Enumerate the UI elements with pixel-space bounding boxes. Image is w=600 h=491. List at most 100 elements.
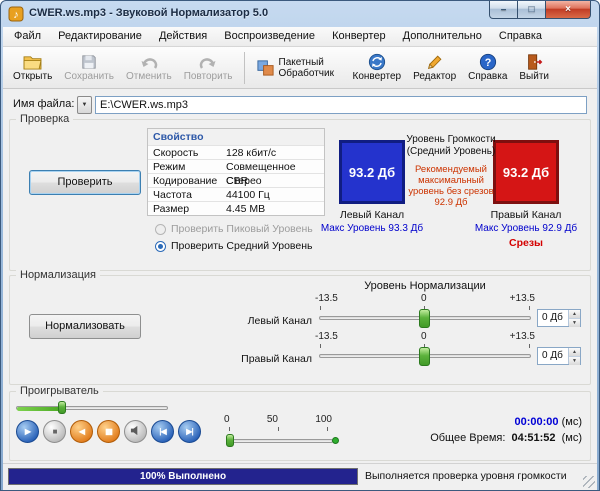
total-time-value: 04:51:52 (511, 432, 556, 444)
pause-button[interactable]: ▮▮ (97, 420, 120, 443)
play-button[interactable]: ▶ (16, 420, 39, 443)
menu-bar: Файл Редактирование Действия Воспроизвед… (3, 27, 597, 47)
save-button[interactable]: Сохранить (58, 49, 120, 87)
menu-help[interactable]: Справка (492, 27, 549, 47)
right-channel-caption: Правый Канал Макс Уровень 92.9 Дб Срезы (471, 208, 581, 250)
total-time-units: (мс) (561, 432, 582, 444)
left-channel-caption: Левый Канал Макс Уровень 93.3 Дб (317, 208, 427, 236)
maximize-button[interactable]: □ (518, 1, 546, 19)
normalization-group-label: Нормализация (16, 269, 100, 281)
filename-row: Имя файла: ▼ E:\CWER.ws.mp3 (3, 89, 597, 119)
left-channel-label: Левый Канал (339, 209, 405, 221)
radio-peak-level[interactable]: Проверить Пиковый Уровень (155, 223, 313, 235)
progress-bar: 100% Выполнено (8, 468, 358, 485)
svg-text:?: ? (484, 57, 491, 69)
menu-file[interactable]: Файл (7, 27, 48, 47)
help-question-icon: ? (478, 53, 498, 71)
help-button[interactable]: ? Справка (462, 49, 513, 87)
test-button[interactable]: Проверить (29, 170, 141, 195)
exit-door-icon (524, 53, 544, 71)
undo-button[interactable]: Отменить (120, 49, 178, 87)
rewind-button[interactable]: ◀ (70, 420, 93, 443)
left-slider-scale: -13.5 0 +13.5 (315, 293, 535, 304)
position-end-marker (332, 437, 339, 444)
redo-arrow-icon (198, 53, 218, 71)
position-slider[interactable] (229, 439, 333, 443)
filename-input[interactable]: E:\CWER.ws.mp3 (95, 96, 587, 114)
right-channel-max-level: Макс Уровень 92.9 Дб (474, 223, 578, 234)
menu-converter[interactable]: Конвертер (325, 27, 392, 47)
menu-edit[interactable]: Редактирование (51, 27, 149, 47)
spin-down-icon[interactable]: ▼ (569, 319, 580, 327)
properties-table-header: Свойство (148, 129, 324, 145)
speaker-icon (130, 425, 141, 438)
volume-fill (17, 407, 63, 411)
exit-button[interactable]: Выйти (513, 49, 555, 87)
stop-button[interactable]: ■ (43, 420, 66, 443)
status-bar: 100% Выполнено Выполняется проверка уров… (3, 463, 597, 490)
radio-icon (155, 240, 166, 252)
tick (320, 344, 321, 348)
normalize-button[interactable]: Нормализовать (29, 314, 141, 339)
app-window: ♪ CWER.ws.mp3 - Звуковой Нормализатор 5.… (0, 0, 600, 491)
position-slider-handle[interactable] (226, 434, 234, 447)
spin-up-icon[interactable]: ▲ (569, 310, 580, 319)
minimize-icon: – (500, 4, 507, 15)
total-time-label: Общее Время: (430, 432, 506, 444)
left-channel-max-level: Макс Уровень 93.3 Дб (320, 223, 424, 234)
table-row: Частота 44100 Гц (148, 187, 324, 201)
recommended-level-text: Рекомендуемый максимальный уровень без с… (408, 164, 494, 208)
batch-processor-icon (256, 59, 276, 77)
caption-buttons: – □ × (489, 1, 591, 19)
mute-button[interactable] (124, 420, 147, 443)
left-channel-slider-handle[interactable] (419, 309, 430, 328)
window-title: CWER.ws.mp3 - Звуковой Нормализатор 5.0 (29, 7, 269, 19)
pause-icon: ▮▮ (105, 427, 113, 436)
next-icon: ▶| (186, 427, 193, 436)
test-group: Проверка Проверить Свойство Скорость 128 … (9, 113, 591, 271)
toolbar-separator (243, 51, 245, 84)
filename-label: Имя файла: (13, 98, 75, 110)
volume-slider-handle[interactable] (58, 401, 66, 414)
right-channel-label: Правый Канал (490, 209, 562, 221)
rewind-icon: ◀ (78, 427, 85, 436)
previous-button[interactable]: |◀ (151, 420, 174, 443)
menu-actions[interactable]: Действия (152, 27, 214, 47)
title-bar[interactable]: ♪ CWER.ws.mp3 - Звуковой Нормализатор 5.… (1, 1, 599, 27)
filename-dropdown-button[interactable]: ▼ (77, 96, 92, 114)
right-channel-slider-handle[interactable] (419, 347, 430, 366)
client-area: Файл Редактирование Действия Воспроизвед… (3, 27, 597, 490)
menu-extra[interactable]: Дополнительно (396, 27, 489, 47)
undo-arrow-icon (139, 53, 159, 71)
toolbar: Открыть Сохранить Отменить Повторить Пак… (3, 47, 597, 89)
left-channel-level-display: 93.2 Дб (339, 140, 405, 204)
menu-playback[interactable]: Воспроизведение (217, 27, 322, 47)
next-button[interactable]: ▶| (178, 420, 201, 443)
close-button[interactable]: × (546, 1, 591, 19)
redo-button[interactable]: Повторить (178, 49, 239, 87)
right-channel-level-display: 93.2 Дб (493, 140, 559, 204)
tick (229, 427, 230, 431)
open-button[interactable]: Открыть (7, 49, 58, 87)
minimize-button[interactable]: – (489, 1, 518, 19)
svg-text:♪: ♪ (13, 9, 19, 21)
tick (529, 306, 530, 310)
editor-button[interactable]: Редактор (407, 49, 462, 87)
batch-processor-button[interactable]: Пакетный Обработчик (250, 49, 347, 87)
app-icon: ♪ (8, 6, 24, 22)
radio-peak-label: Проверить Пиковый Уровень (171, 223, 313, 235)
normalization-level-title: Уровень Нормализации (364, 280, 486, 292)
tick (320, 306, 321, 310)
elapsed-time-units: (мс) (561, 416, 582, 428)
save-icon (79, 53, 99, 71)
resize-grip-icon[interactable] (583, 476, 595, 488)
radio-average-level[interactable]: Проверить Средний Уровень (155, 240, 312, 252)
clipping-warning: Срезы (508, 237, 544, 249)
radio-icon (155, 223, 166, 235)
volume-level-heading: Уровень Громкости (Средний Уровень) (406, 134, 496, 157)
spin-up-icon[interactable]: ▲ (569, 348, 580, 357)
spin-down-icon[interactable]: ▼ (569, 357, 580, 365)
right-channel-db-spinner[interactable]: 0 Дб ▲ ▼ (537, 347, 581, 365)
left-channel-db-spinner[interactable]: 0 Дб ▲ ▼ (537, 309, 581, 327)
converter-button[interactable]: Конвертер (347, 49, 408, 87)
